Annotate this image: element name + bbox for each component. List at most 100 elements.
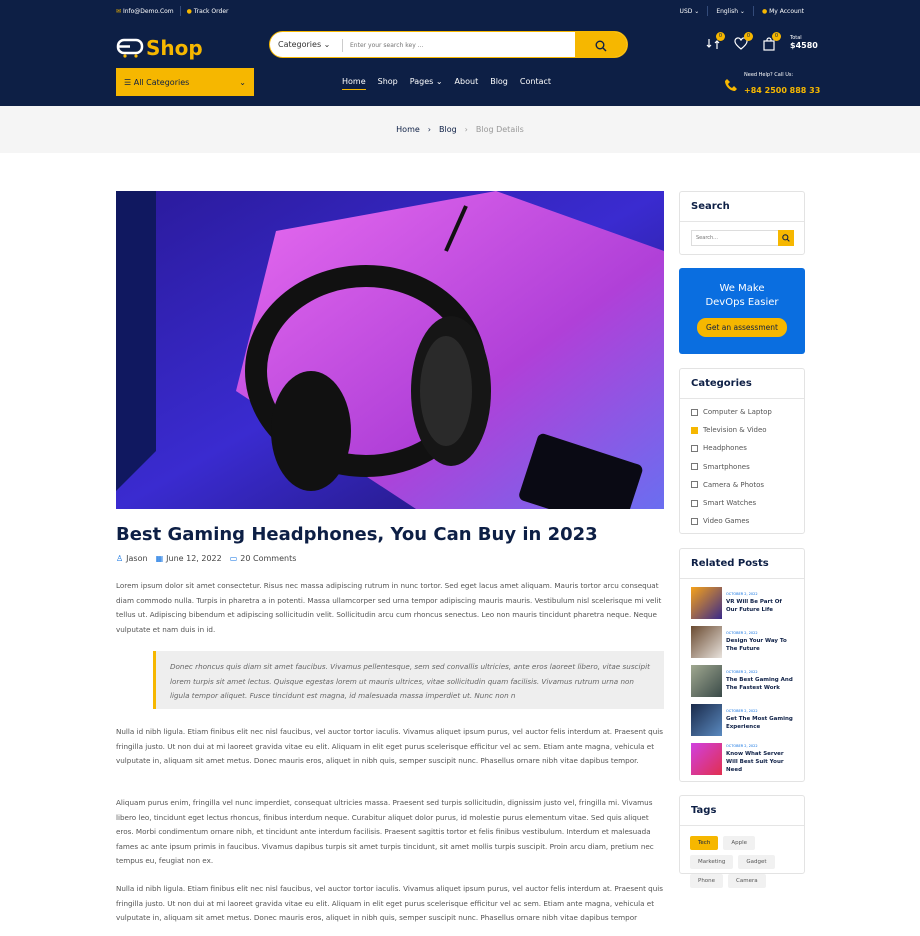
logo-mark-icon [116, 38, 144, 58]
nav-contact[interactable]: Contact [520, 77, 551, 90]
related-post-thumbnail [691, 703, 722, 736]
post-date: ▦ June 12, 2022 [155, 554, 222, 563]
sidebar-search-card: Search [679, 191, 805, 255]
checkbox[interactable] [691, 481, 698, 489]
tag-list: Tech Apple Marketing Gadget Phone Camera [680, 826, 804, 895]
checkbox[interactable] [691, 408, 698, 416]
search-category-select[interactable]: Categories ⌄ [278, 40, 330, 49]
main-nav: Home Shop Pages ⌄ About Blog Contact [342, 77, 551, 90]
headphones-image [116, 191, 664, 509]
related-post[interactable]: OCTOBER 2, 2022 VR Will Be Part Of Our Fu… [680, 583, 804, 622]
sidebar-related-card: Related Posts OCTOBER 2, 2022 VR Will Be … [679, 548, 805, 782]
category-item[interactable]: Computer & Laptop [691, 403, 793, 421]
nav-home[interactable]: Home [342, 77, 366, 90]
promo-banner: We Make DevOps Easier Get an assessment [679, 268, 805, 354]
all-categories-button[interactable]: ☰ All Categories ⌄ [116, 68, 254, 96]
category-item[interactable]: Video Games [691, 512, 793, 530]
category-item[interactable]: Smart Watches [691, 494, 793, 512]
user-icon: ♙ [116, 554, 124, 563]
checkbox[interactable] [691, 444, 698, 452]
checkbox[interactable] [691, 499, 698, 507]
breadcrumb-current: Blog Details [475, 125, 524, 134]
chevron-down-icon: ⌄ [323, 40, 331, 49]
related-post[interactable]: OCTOBER 2, 2022 The Best Gaming And The F… [680, 661, 804, 700]
post-title: Best Gaming Headphones, You Can Buy in 2… [116, 524, 598, 545]
comment-icon: ▭ [229, 554, 238, 563]
header-icons: 0 0 0 Total $4580 [706, 31, 818, 51]
nav-about[interactable]: About [455, 77, 479, 90]
menu-icon: ☰ [124, 77, 132, 87]
breadcrumb-blog[interactable]: Blog [439, 125, 457, 134]
mail-icon: ✉ [116, 7, 122, 15]
checkbox-checked[interactable] [691, 426, 698, 434]
user-icon: ● [761, 7, 768, 15]
tag-gadget[interactable]: Gadget [738, 855, 775, 869]
sidebar-categories-card: Categories Computer & Laptop Television … [679, 368, 805, 534]
related-post-thumbnail [691, 664, 722, 697]
top-bar: ✉ Info@Demo.Com ● Track Order USD ⌄ Engl… [0, 0, 920, 20]
category-item[interactable]: Television & Video [691, 421, 793, 439]
post-featured-image [116, 191, 664, 509]
divider [342, 39, 343, 52]
compare-count-badge: 0 [716, 31, 725, 41]
tag-marketing[interactable]: Marketing [690, 855, 734, 869]
related-post[interactable]: OCTOBER 2, 2022 Get The Most Gaming Exper… [680, 700, 804, 739]
divider [752, 6, 754, 16]
help-contact: Need Help? Call Us: +84 2500 888 33 [724, 72, 820, 97]
sidebar-search-input[interactable] [691, 230, 779, 246]
cart-button[interactable]: 0 [762, 31, 781, 51]
post-comments[interactable]: ▭ 20 Comments [230, 554, 297, 563]
currency-select[interactable]: USD ⌄ [680, 8, 700, 15]
post-blockquote: Donec rhoncus quis diam sit amet faucibu… [153, 651, 664, 709]
tag-tech[interactable]: Tech [690, 836, 719, 850]
account-link[interactable]: ● My Account [762, 8, 804, 15]
wishlist-button[interactable]: 0 [734, 31, 753, 50]
tag-phone[interactable]: Phone [690, 874, 724, 888]
main-header: Shop Categories ⌄ 0 0 0 Total $4580 ☰ Al… [0, 20, 920, 106]
compare-button[interactable]: 0 [706, 31, 725, 50]
category-item[interactable]: Headphones [691, 439, 793, 457]
chevron-down-icon: ⌄ [739, 7, 745, 15]
category-item[interactable]: Smartphones [691, 458, 793, 476]
cart-count-badge: 0 [772, 31, 781, 41]
category-item[interactable]: Camera & Photos [691, 476, 793, 494]
related-post-thumbnail [691, 625, 722, 658]
search-icon [782, 234, 790, 242]
sidebar-tags-title: Tags [680, 796, 804, 826]
logo[interactable]: Shop [116, 36, 203, 60]
search-button[interactable] [575, 32, 627, 57]
divider [707, 6, 709, 16]
track-order-link[interactable]: ● Track Order [187, 8, 229, 15]
related-post[interactable]: OCTOBER 2, 2022 Design Your Way To The Fu… [680, 622, 804, 661]
post-paragraph-2: Nulla id nibh ligula. Etiam finibus elit… [116, 727, 664, 765]
wishlist-count-badge: 0 [744, 31, 753, 41]
related-post-thumbnail [691, 742, 722, 775]
related-post-thumbnail [691, 586, 722, 619]
tag-camera[interactable]: Camera [728, 874, 766, 888]
location-pin-icon: ● [186, 7, 192, 15]
email-link[interactable]: ✉ Info@Demo.Com [116, 8, 174, 15]
cart-total: Total $4580 [790, 35, 818, 50]
post-paragraph-4: Nulla id nibh ligula. Etiam finibus elit… [116, 884, 664, 922]
nav-shop[interactable]: Shop [378, 77, 398, 90]
tag-apple[interactable]: Apple [723, 836, 755, 850]
post-author[interactable]: ♙ Jason [116, 554, 148, 563]
help-phone-link[interactable]: +84 2500 888 33 [744, 86, 820, 95]
chevron-down-icon: ⌄ [694, 7, 700, 15]
nav-blog[interactable]: Blog [490, 77, 508, 90]
calendar-icon: ▦ [155, 554, 164, 563]
checkbox[interactable] [691, 517, 698, 525]
breadcrumb-home[interactable]: Home [396, 125, 420, 134]
nav-pages[interactable]: Pages ⌄ [410, 77, 443, 90]
assessment-button[interactable]: Get an assessment [697, 318, 787, 337]
checkbox[interactable] [691, 463, 698, 471]
sidebar-related-title: Related Posts [680, 549, 804, 579]
post-paragraph-3: Aliquam purus enim, fringilla vel nunc i… [116, 798, 654, 865]
divider [179, 6, 181, 16]
language-select[interactable]: English ⌄ [716, 8, 745, 15]
post-meta: ♙ Jason ▦ June 12, 2022 ▭ 20 Comments [116, 554, 296, 563]
related-post[interactable]: OCTOBER 2, 2022 Know What Server Will Bes… [680, 739, 804, 778]
sidebar-search-button[interactable] [778, 230, 794, 246]
search-input[interactable] [350, 36, 570, 54]
chevron-down-icon: ⌄ [435, 77, 443, 86]
